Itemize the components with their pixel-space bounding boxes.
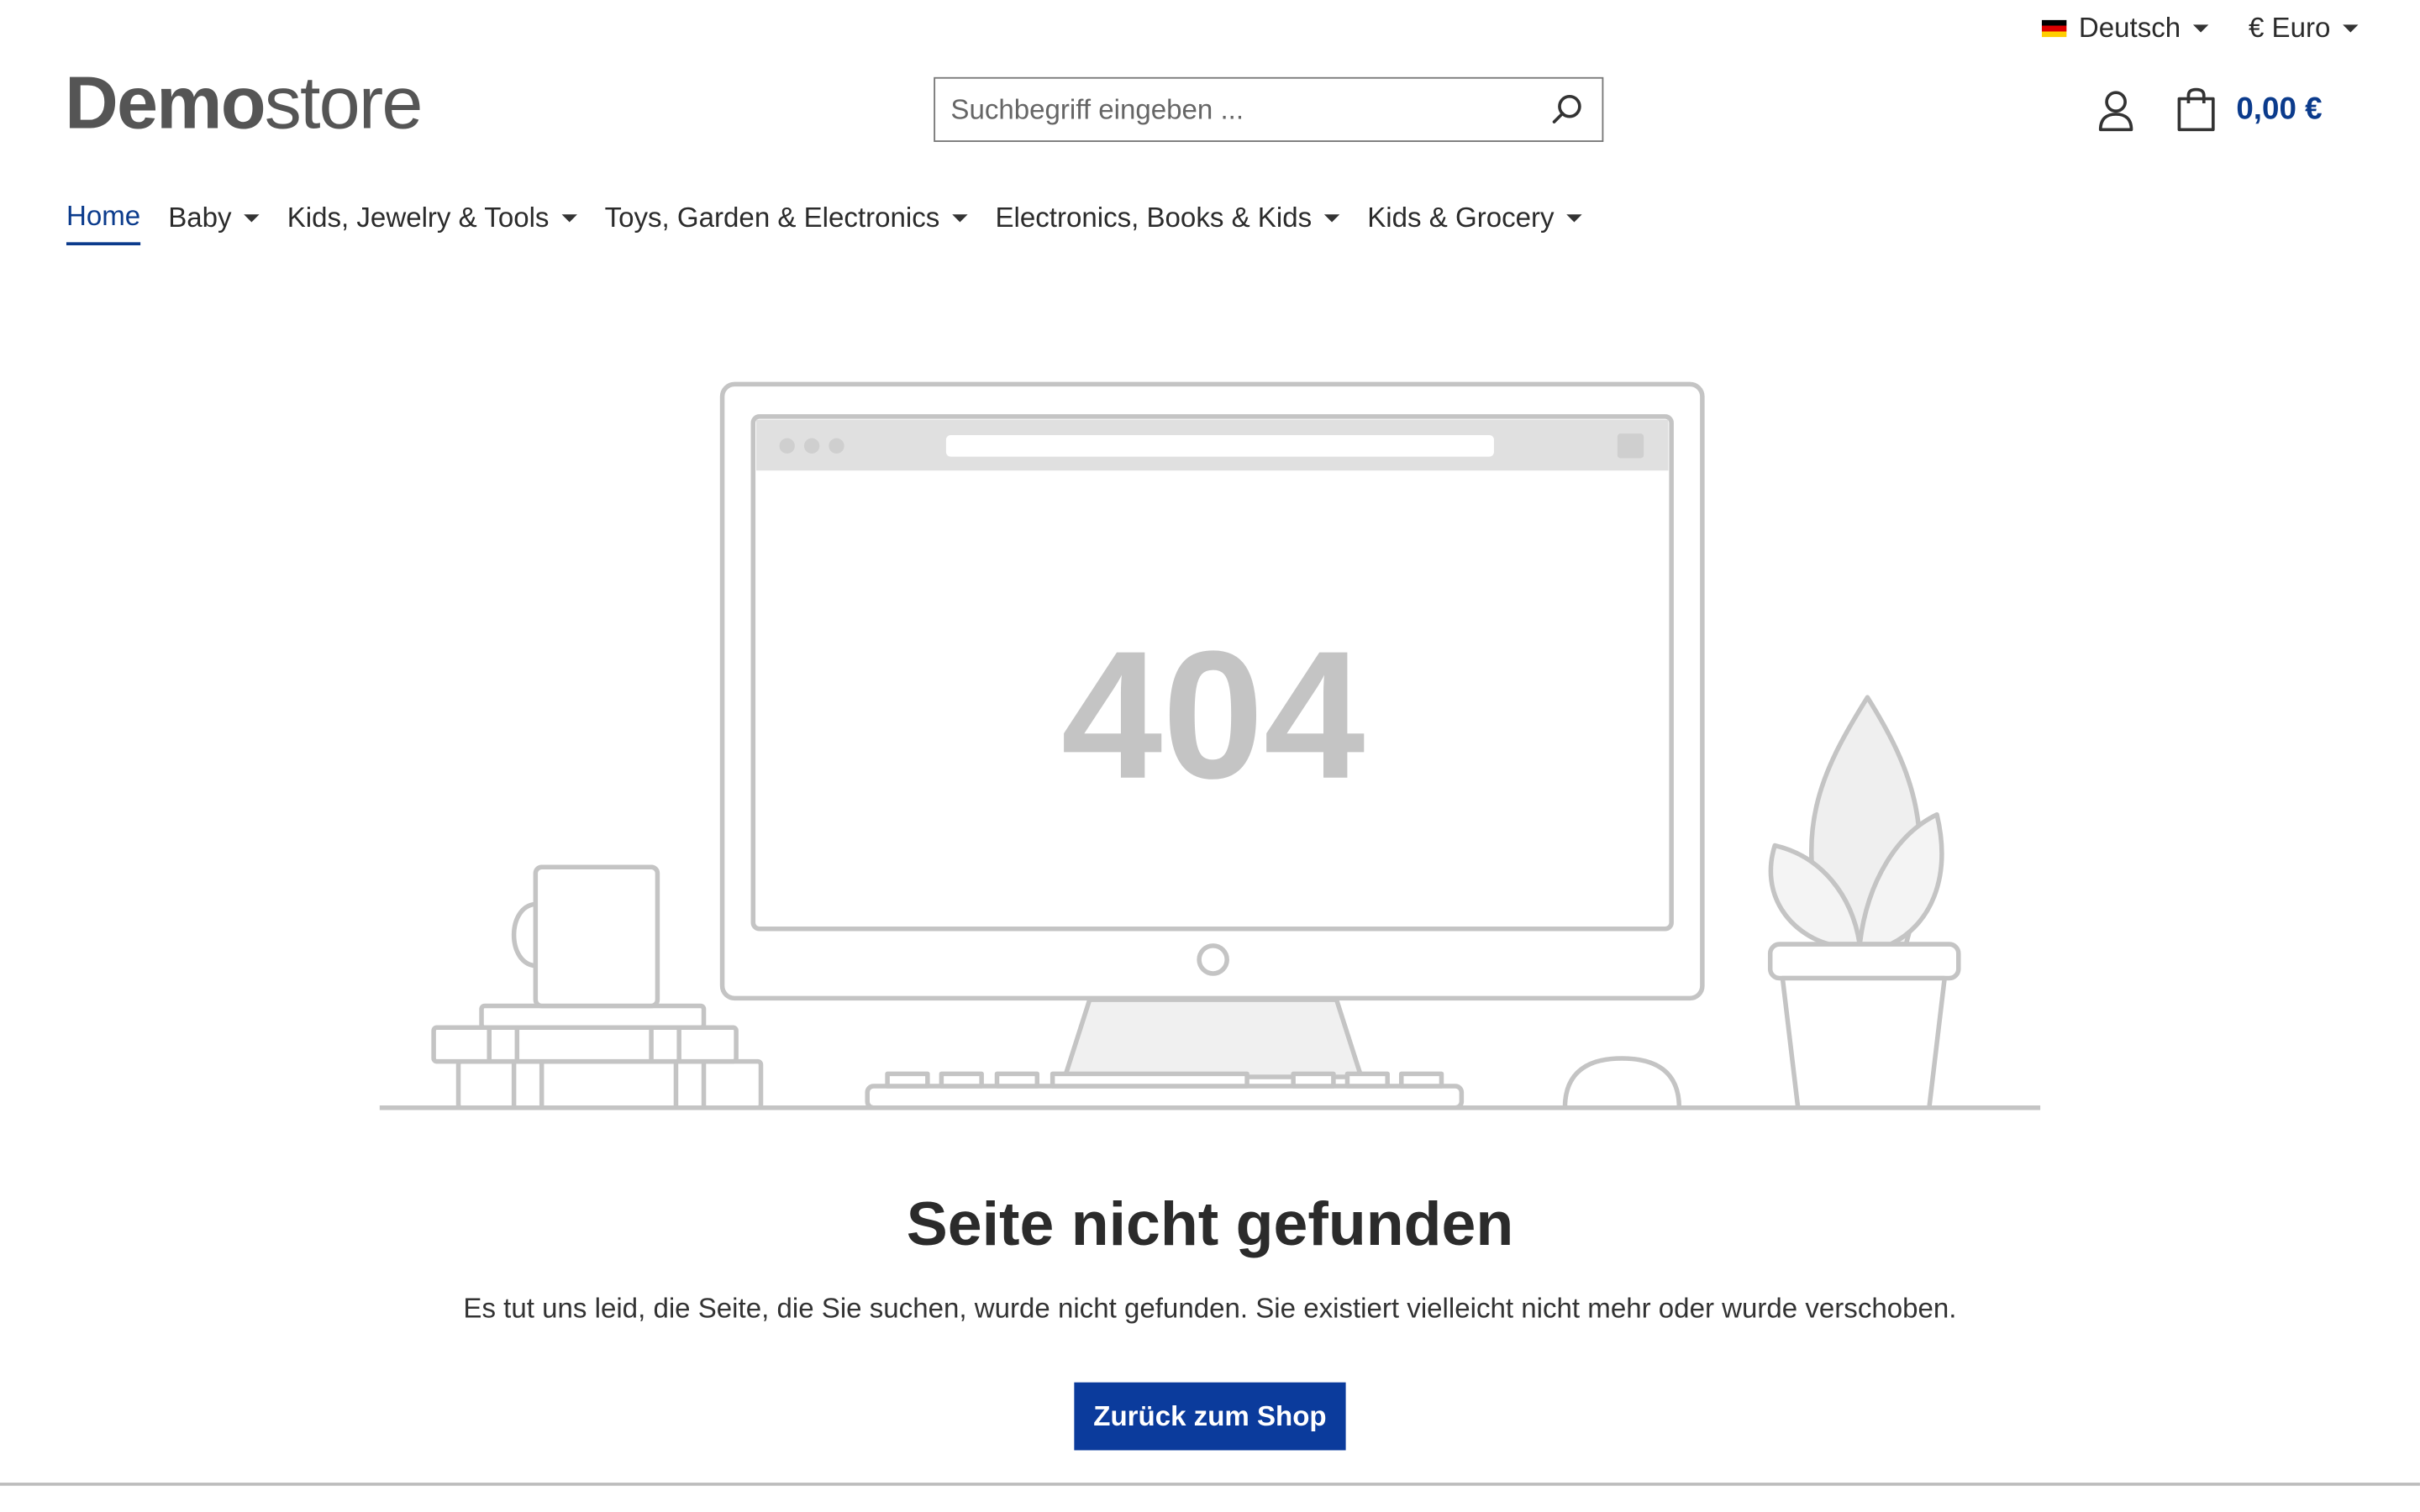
error-illustration: 404 xyxy=(379,381,2041,1110)
page-title: Seite nicht gefunden xyxy=(906,1190,1514,1259)
page: Deutsch € Euro Demostore 0,00 € xyxy=(0,0,2420,1512)
error-code: 404 xyxy=(1061,613,1365,816)
error-description: Es tut uns leid, die Seite, die Sie such… xyxy=(463,1293,1957,1324)
footer-divider xyxy=(0,1483,2420,1486)
page-content: Deutsch € Euro Demostore 0,00 € xyxy=(0,0,2420,1512)
back-to-shop-button[interactable]: Zurück zum Shop xyxy=(1074,1382,1346,1451)
